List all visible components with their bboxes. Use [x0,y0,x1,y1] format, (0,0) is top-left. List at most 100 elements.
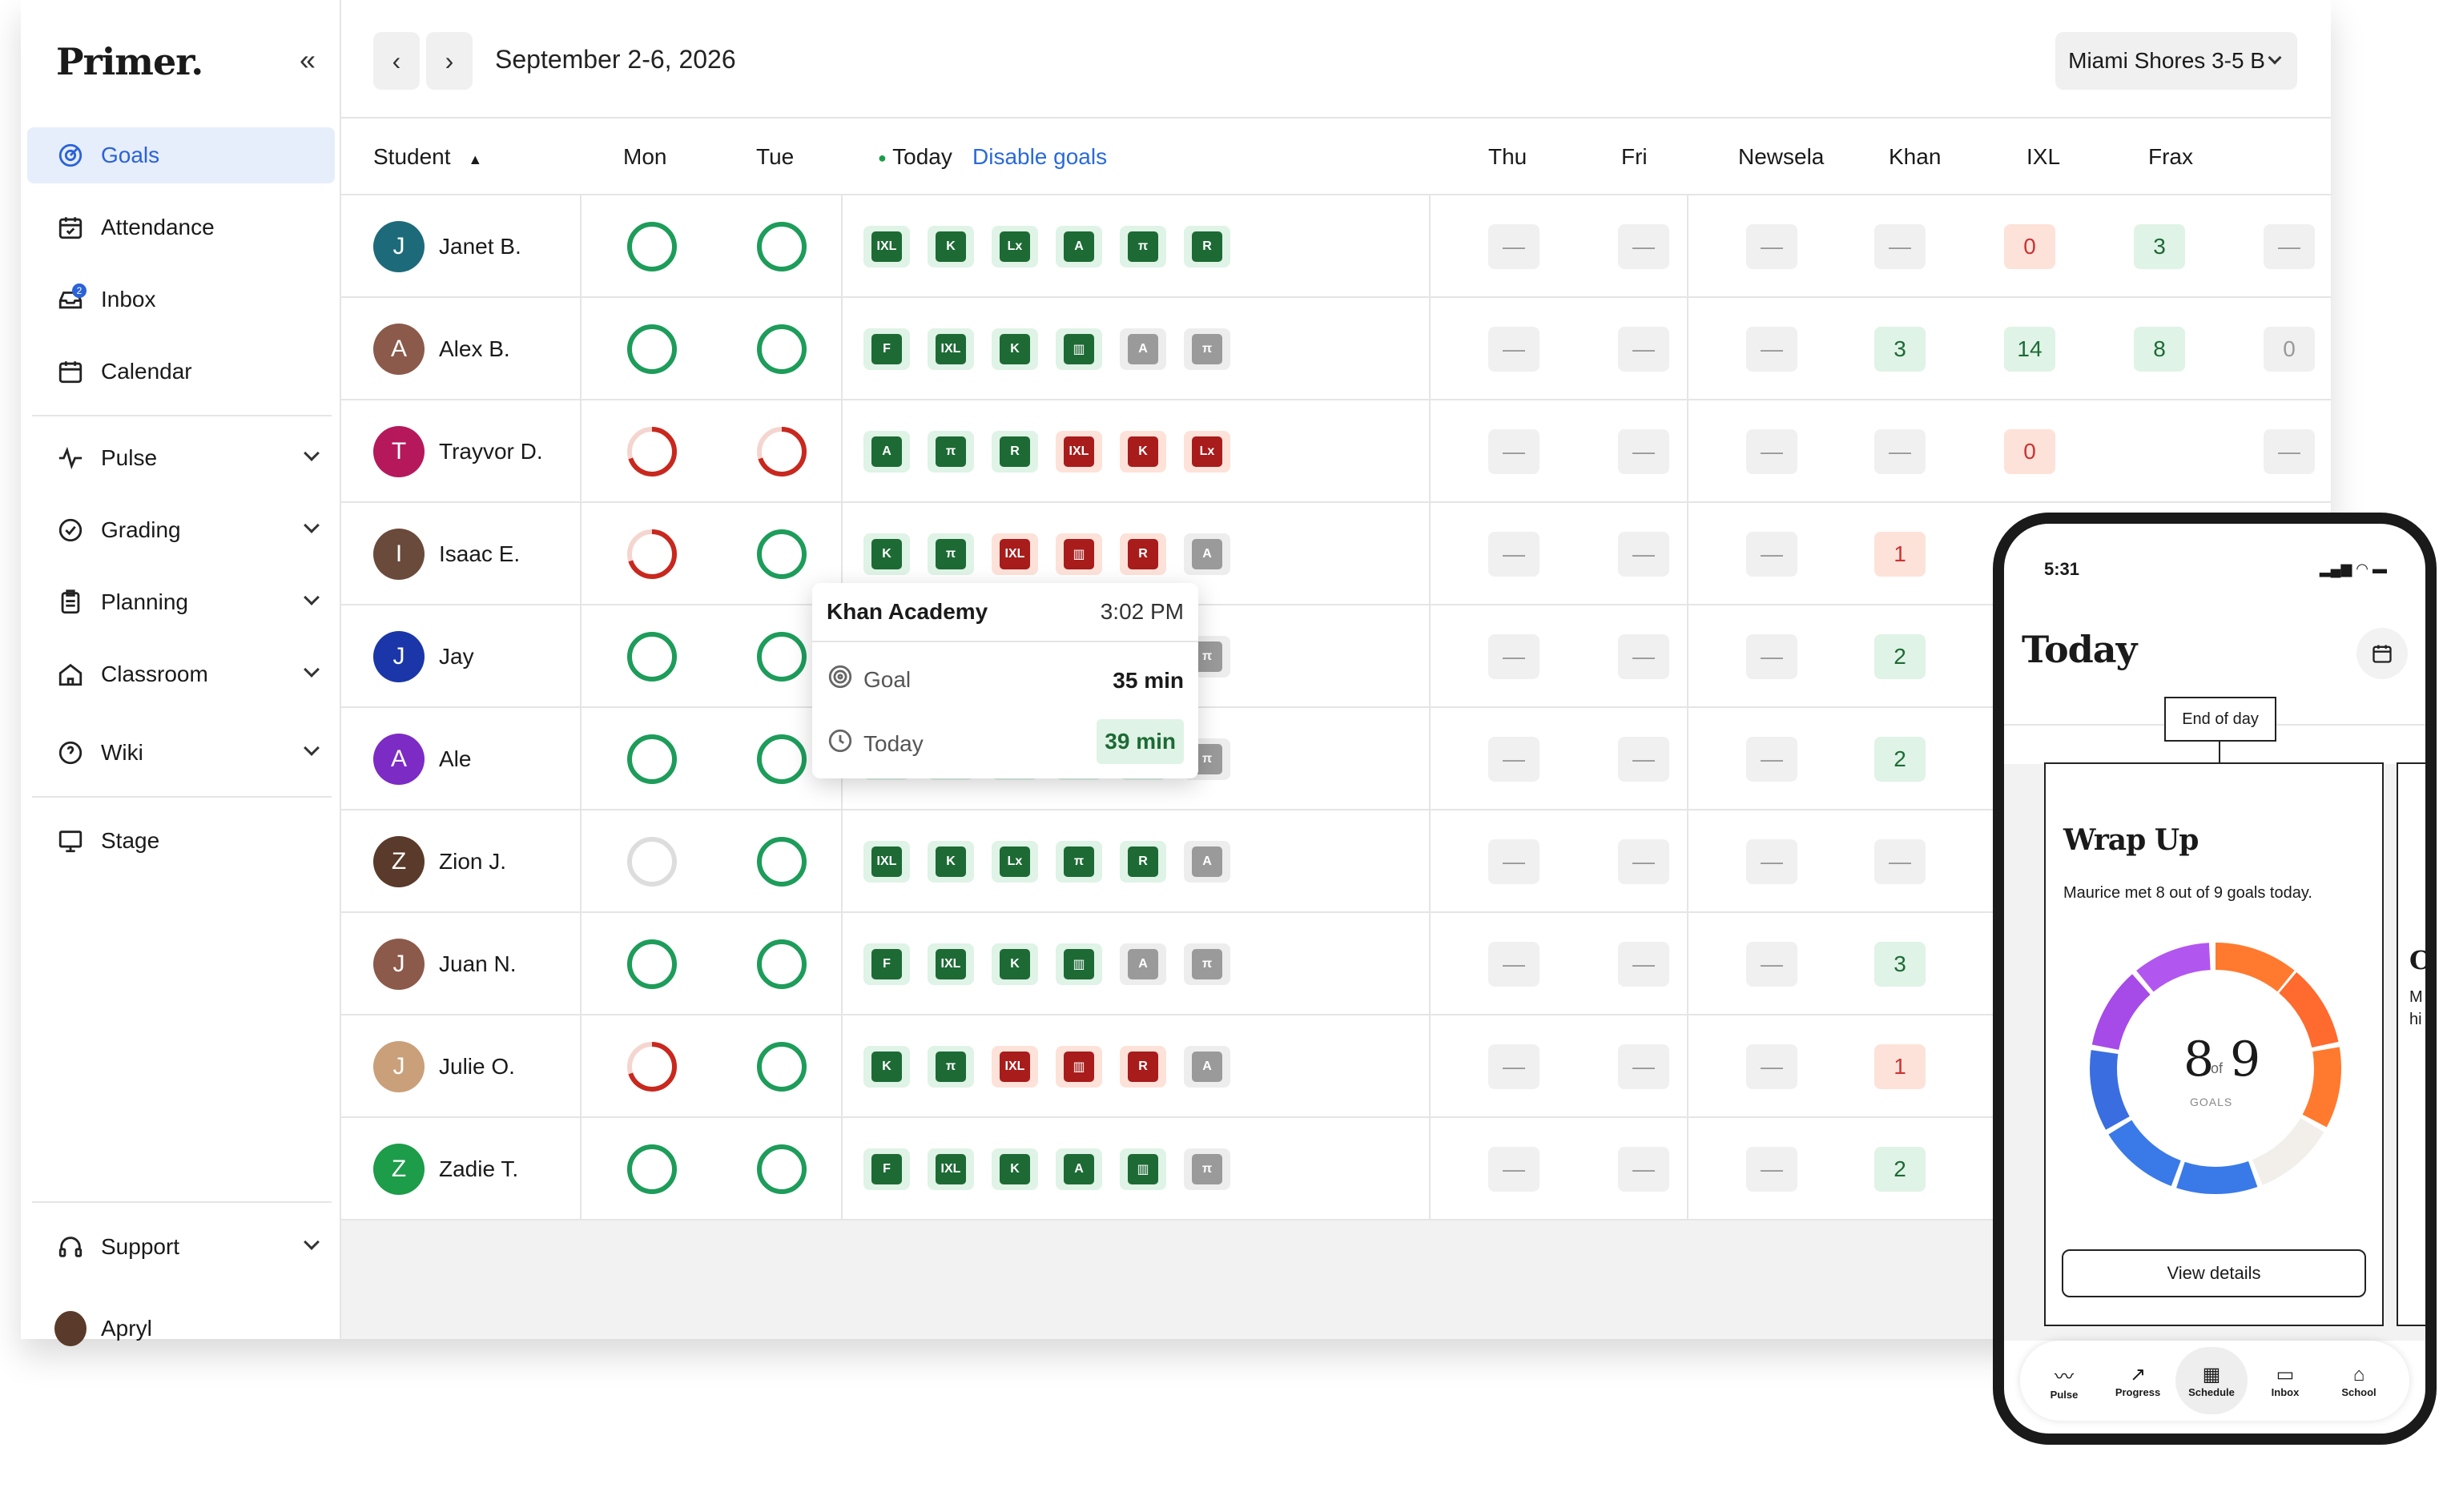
fri-cell[interactable]: — [1618,1044,1669,1089]
sidebar-item-calendar[interactable]: Calendar [27,344,335,400]
newsela-cell[interactable]: — [1746,327,1797,372]
app-badge[interactable]: IXL [928,328,974,370]
newsela-cell[interactable]: — [1746,429,1797,474]
khan-cell[interactable]: 1 [1874,1044,1926,1089]
ixl-cell[interactable]: 0 [2004,224,2055,269]
extra-cell[interactable]: 0 [2264,327,2315,372]
sidebar-item-grading[interactable]: Grading [27,502,335,558]
goal-progress-ring[interactable] [756,221,807,272]
fri-cell[interactable]: — [1618,532,1669,577]
frax-cell[interactable]: 3 [2134,224,2185,269]
goal-progress-ring[interactable] [626,529,678,580]
khan-cell[interactable]: 2 [1874,737,1926,782]
goal-progress-ring[interactable] [756,836,807,887]
app-badge[interactable]: R [1184,226,1230,267]
app-badge[interactable]: A [1120,328,1166,370]
student-name[interactable]: Zadie T. [439,1156,518,1182]
app-badge[interactable]: A [1056,1148,1102,1190]
fri-cell[interactable]: — [1618,429,1669,474]
khan-cell[interactable]: — [1874,429,1926,474]
ixl-cell[interactable]: 14 [2004,327,2055,372]
app-badge[interactable]: Lx [1184,431,1230,472]
newsela-cell[interactable]: — [1746,1147,1797,1192]
thu-cell[interactable]: — [1488,942,1539,987]
disable-goals-link[interactable]: Disable goals [972,144,1107,170]
thu-cell[interactable]: — [1488,532,1539,577]
student-name[interactable]: Zion J. [439,849,506,875]
frax-cell[interactable]: 8 [2134,327,2185,372]
sidebar-item-pulse[interactable]: Pulse [27,430,335,486]
student-name[interactable]: Trayvor D. [439,439,543,464]
sidebar-item-inbox[interactable]: 2 Inbox [27,271,335,328]
sidebar-item-goals[interactable]: Goals [27,127,335,183]
goal-progress-ring[interactable] [756,1144,807,1195]
app-badge[interactable]: Lx [992,226,1038,267]
thu-cell[interactable]: — [1488,429,1539,474]
thu-cell[interactable]: — [1488,839,1539,884]
app-badge[interactable]: π [1184,943,1230,985]
app-badge[interactable]: ▥ [1056,533,1102,575]
app-badge[interactable]: IXL [863,226,910,267]
app-badge[interactable]: π [928,533,974,575]
goal-progress-ring[interactable] [756,734,807,785]
thu-cell[interactable]: — [1488,224,1539,269]
fri-cell[interactable]: — [1618,737,1669,782]
fri-cell[interactable]: — [1618,839,1669,884]
goal-progress-ring[interactable] [756,324,807,375]
goal-progress-ring[interactable] [626,631,678,682]
next-week-button[interactable]: › [426,32,473,90]
goal-progress-ring[interactable] [756,529,807,580]
khan-cell[interactable]: 2 [1874,1147,1926,1192]
goal-progress-ring[interactable] [626,939,678,990]
extra-cell[interactable]: — [2264,429,2315,474]
fri-cell[interactable]: — [1618,327,1669,372]
goal-progress-ring[interactable] [756,1041,807,1092]
student-name[interactable]: Alex B. [439,336,510,362]
app-badge[interactable]: π [1120,226,1166,267]
app-badge[interactable]: R [992,431,1038,472]
app-badge[interactable]: R [1120,1046,1166,1088]
extra-cell[interactable]: — [2264,224,2315,269]
app-badge[interactable]: A [1184,841,1230,883]
tab-progress[interactable]: ↗ Progress [2102,1347,2174,1414]
class-select[interactable]: Miami Shores 3-5 B [2055,32,2297,90]
app-badge[interactable]: IXL [863,841,910,883]
app-badge[interactable]: A [1120,943,1166,985]
app-badge[interactable]: π [1056,841,1102,883]
newsela-cell[interactable]: — [1746,942,1797,987]
app-badge[interactable]: A [863,431,910,472]
app-badge[interactable]: π [928,431,974,472]
goal-progress-ring[interactable] [756,631,807,682]
khan-cell[interactable]: — [1874,839,1926,884]
app-badge[interactable]: ▥ [1056,1046,1102,1088]
goal-progress-ring[interactable] [626,1041,678,1092]
goal-progress-ring[interactable] [756,939,807,990]
student-name[interactable]: Juan N. [439,951,517,977]
tab-school[interactable]: ⌂ School [2323,1347,2395,1414]
fri-cell[interactable]: — [1618,224,1669,269]
app-badge[interactable]: R [1120,533,1166,575]
newsela-cell[interactable]: — [1746,839,1797,884]
app-badge[interactable]: IXL [928,943,974,985]
column-student[interactable]: Student ▲ [373,144,482,170]
fri-cell[interactable]: — [1618,634,1669,679]
goal-progress-ring[interactable] [626,836,678,887]
user-profile[interactable]: Apryl [27,1301,335,1357]
khan-cell[interactable]: 3 [1874,327,1926,372]
fri-cell[interactable]: — [1618,942,1669,987]
app-badge[interactable]: ▥ [1056,328,1102,370]
app-badge[interactable]: A [1056,226,1102,267]
newsela-cell[interactable]: — [1746,634,1797,679]
thu-cell[interactable]: — [1488,1044,1539,1089]
newsela-cell[interactable]: — [1746,532,1797,577]
app-badge[interactable]: K [863,1046,910,1088]
app-badge[interactable]: K [863,533,910,575]
student-name[interactable]: Ale [439,746,471,772]
student-name[interactable]: Julie O. [439,1054,515,1080]
app-badge[interactable]: IXL [928,1148,974,1190]
sidebar-item-attendance[interactable]: Attendance [27,199,335,255]
app-badge[interactable]: F [863,943,910,985]
next-card[interactable]: C M hi [2397,762,2425,1326]
tab-schedule[interactable]: ▦ Schedule [2175,1347,2248,1414]
app-badge[interactable]: IXL [992,1046,1038,1088]
